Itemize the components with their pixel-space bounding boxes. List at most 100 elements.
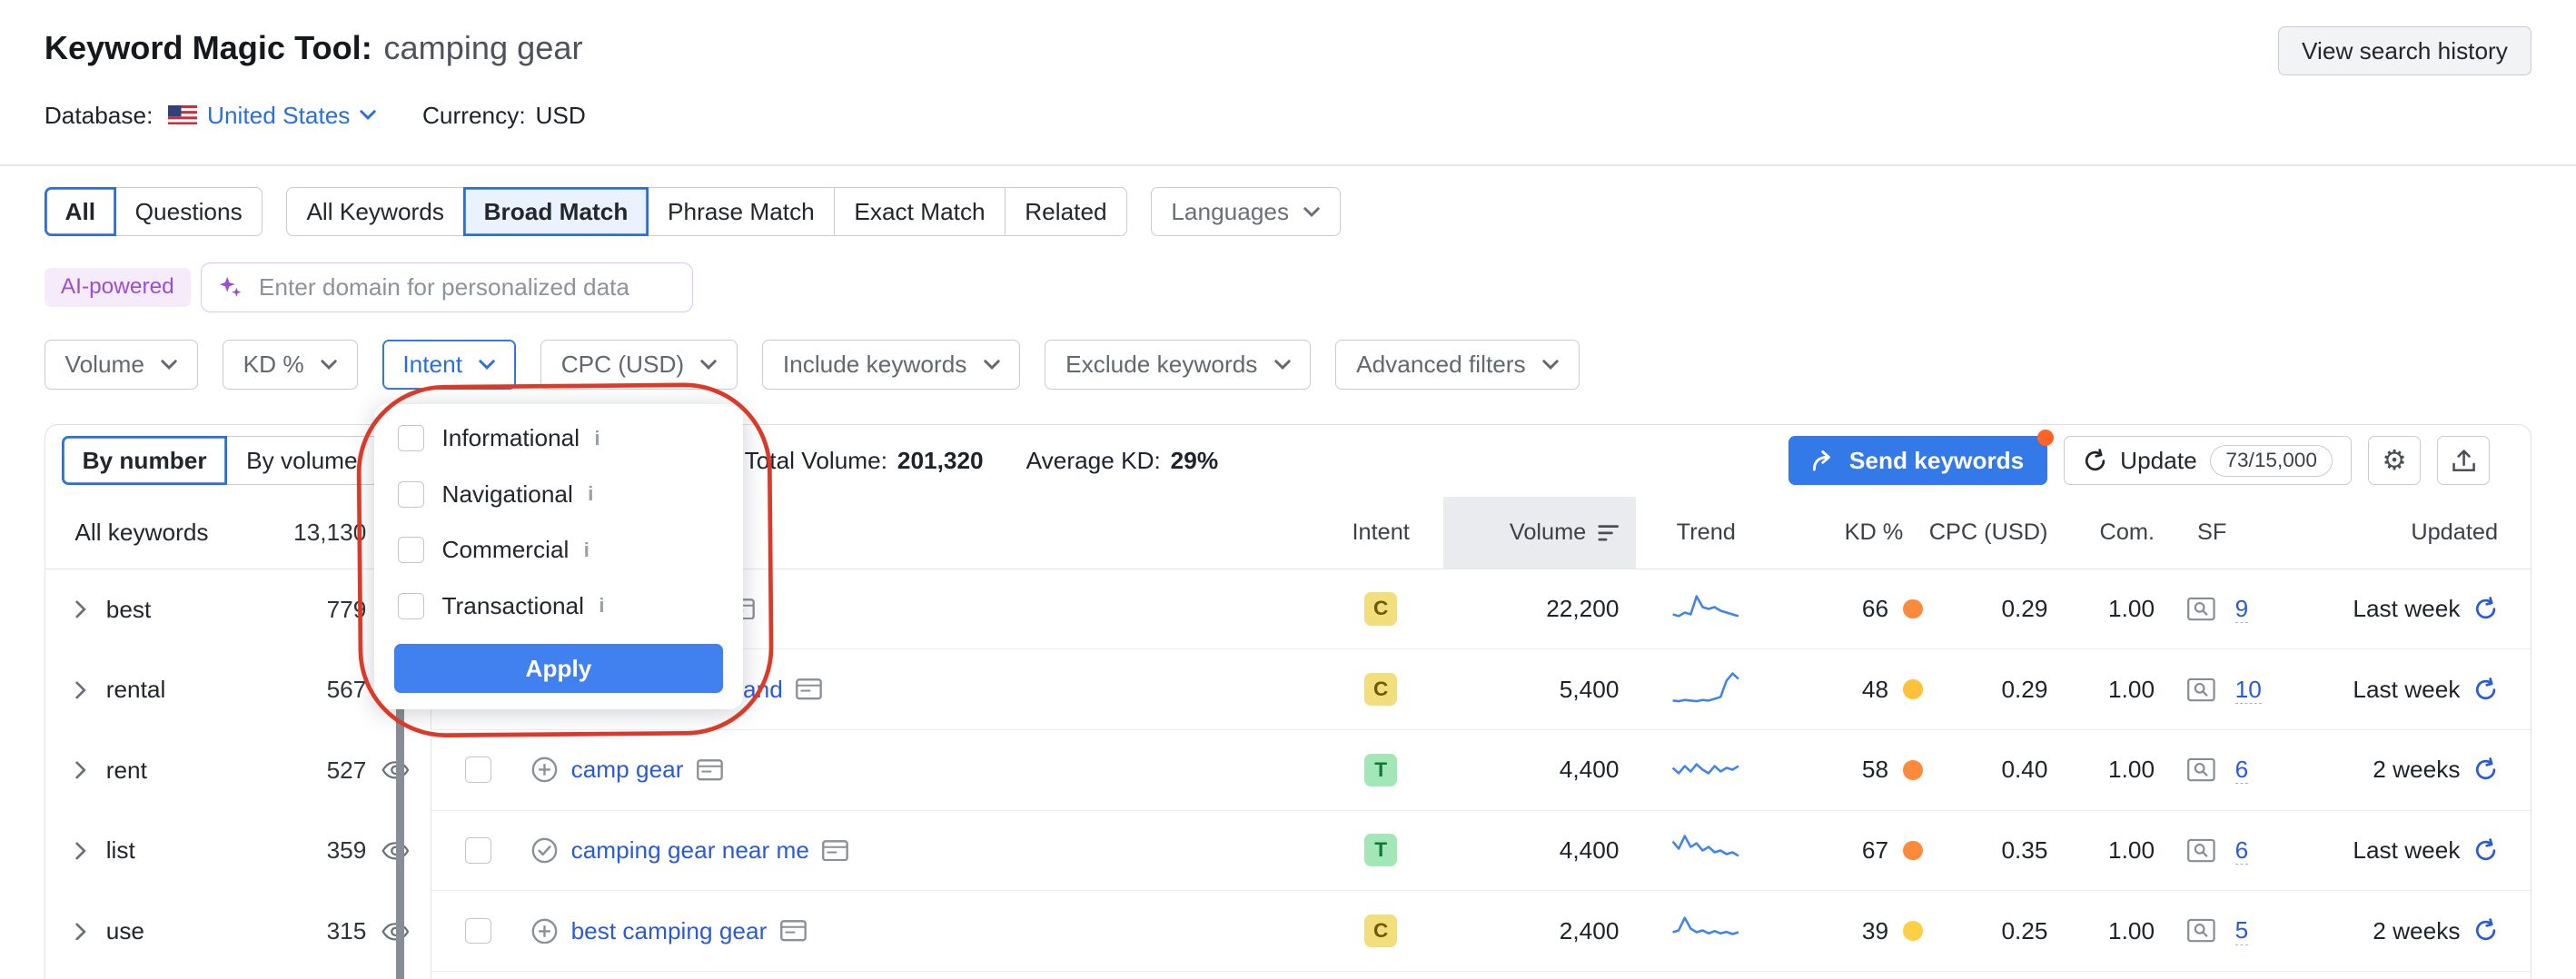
serp-features-icon[interactable] — [822, 840, 848, 862]
intent-option-navigational[interactable]: Navigational i — [374, 467, 742, 522]
row-checkbox[interactable] — [465, 756, 491, 783]
volume-filter[interactable]: Volume — [45, 340, 198, 389]
col-header-updated[interactable]: Updated — [2288, 519, 2531, 546]
group-row-list[interactable]: list 359 — [45, 811, 431, 892]
kd-filter[interactable]: KD % — [223, 340, 358, 389]
serp-features-icon[interactable] — [780, 920, 807, 942]
languages-dropdown[interactable]: Languages — [1151, 187, 1342, 236]
advanced-filters[interactable]: Advanced filters — [1335, 340, 1579, 389]
serp-analysis-icon[interactable] — [2187, 677, 2215, 702]
sf-value[interactable]: 6 — [2235, 836, 2249, 865]
serp-features-icon[interactable] — [796, 678, 822, 700]
col-header-kd[interactable]: KD % — [1772, 497, 1927, 569]
row-checkbox[interactable] — [465, 837, 491, 864]
info-icon: i — [584, 539, 590, 562]
in-list-check-icon[interactable] — [531, 837, 558, 864]
chevron-right-icon[interactable] — [74, 923, 87, 941]
serp-analysis-icon[interactable] — [2187, 838, 2215, 863]
tab-exact-match[interactable]: Exact Match — [834, 187, 1006, 236]
row-refresh-icon[interactable] — [2473, 918, 2498, 943]
gear-icon: ⚙ — [2382, 447, 2407, 475]
intent-option-informational[interactable]: Informational i — [374, 410, 742, 466]
languages-label: Languages — [1171, 198, 1289, 226]
group-row-use[interactable]: use 315 — [45, 891, 431, 972]
keyword-link[interactable]: camping gear near me — [571, 836, 809, 865]
tab-related[interactable]: Related — [1005, 187, 1128, 236]
tab-broad-match[interactable]: Broad Match — [463, 187, 649, 236]
serp-features-icon[interactable] — [697, 759, 723, 781]
exclude-keywords-filter[interactable]: Exclude keywords — [1045, 340, 1311, 389]
refresh-icon — [2083, 449, 2107, 473]
checkbox[interactable] — [398, 481, 424, 508]
volume-value: 2,400 — [1427, 917, 1640, 945]
sf-value[interactable]: 5 — [2235, 916, 2249, 944]
intent-option-transactional[interactable]: Transactional i — [374, 578, 742, 634]
intent-filter[interactable]: Intent — [382, 340, 516, 389]
info-icon: i — [594, 427, 599, 450]
apply-button[interactable]: Apply — [394, 644, 723, 693]
row-refresh-icon[interactable] — [2473, 597, 2498, 621]
kd-dot — [1903, 599, 1923, 619]
intent-badge: T — [1364, 754, 1397, 786]
group-row-rental[interactable]: rental 567 — [45, 649, 431, 730]
trend-sparkline — [1669, 668, 1742, 711]
row-refresh-icon[interactable] — [2473, 757, 2498, 782]
serp-analysis-icon[interactable] — [2187, 597, 2215, 621]
chevron-right-icon[interactable] — [74, 842, 87, 860]
col-header-sf[interactable]: SF — [2163, 497, 2287, 569]
group-row-rent[interactable]: rent 527 — [45, 730, 431, 811]
include-keywords-filter[interactable]: Include keywords — [762, 340, 1020, 389]
all-keywords-row[interactable]: All keywords 13,130 — [45, 497, 431, 569]
intent-badge: C — [1364, 915, 1397, 947]
keyword-link[interactable]: best camping gear — [571, 917, 768, 945]
chevron-down-icon — [700, 359, 717, 371]
serp-analysis-icon[interactable] — [2187, 757, 2215, 782]
col-header-intent[interactable]: Intent — [1335, 519, 1427, 546]
chevron-right-icon[interactable] — [74, 681, 87, 699]
settings-button[interactable]: ⚙ — [2368, 436, 2421, 485]
col-header-volume[interactable]: Volume — [1427, 497, 1640, 569]
domain-input-wrapper — [201, 262, 694, 312]
view-search-history-button[interactable]: View search history — [2278, 26, 2531, 75]
update-button[interactable]: Update 73/15,000 — [2064, 436, 2352, 485]
page-title-query: camping gear — [383, 29, 582, 66]
chevron-right-icon[interactable] — [74, 761, 87, 779]
by-volume-tab[interactable]: By volume — [225, 436, 378, 485]
checkbox[interactable] — [398, 593, 424, 619]
checkbox[interactable] — [398, 537, 424, 563]
row-refresh-icon[interactable] — [2473, 677, 2498, 702]
totals: Total Volume: 201,320 Average KD: 29% — [745, 447, 1219, 475]
tab-all[interactable]: All — [45, 187, 116, 236]
tab-questions[interactable]: Questions — [114, 187, 263, 236]
sf-value[interactable]: 6 — [2235, 756, 2249, 784]
tab-all-keywords[interactable]: All Keywords — [286, 187, 465, 236]
group-row-best[interactable]: best 779 — [45, 569, 431, 650]
add-to-list-icon[interactable] — [531, 918, 558, 944]
keyword-link[interactable]: camp gear — [571, 756, 684, 784]
domain-input[interactable] — [255, 272, 676, 303]
table-row: camping gear near me T 4,400 67 0.35 1.0… — [431, 811, 2531, 892]
intent-option-commercial[interactable]: Commercial i — [374, 522, 742, 578]
cpc-filter[interactable]: CPC (USD) — [540, 340, 738, 389]
tab-phrase-match[interactable]: Phrase Match — [647, 187, 835, 236]
updated-value: Last week — [2353, 676, 2460, 704]
serp-analysis-icon[interactable] — [2187, 918, 2215, 943]
row-checkbox[interactable] — [465, 918, 491, 944]
table-row: camping gear brand C 5,400 48 0.29 1.00 … — [431, 649, 2531, 730]
sf-value[interactable]: 9 — [2235, 595, 2249, 623]
add-to-list-icon[interactable] — [531, 756, 558, 783]
col-header-com[interactable]: Com. — [2057, 519, 2163, 546]
ai-powered-badge: AI-powered — [45, 268, 191, 307]
by-number-tab[interactable]: By number — [62, 436, 227, 485]
chevron-right-icon[interactable] — [74, 600, 87, 618]
col-header-cpc[interactable]: CPC (USD) — [1927, 519, 2058, 546]
sf-value[interactable]: 10 — [2235, 676, 2262, 704]
database-select[interactable]: United States — [207, 99, 376, 132]
send-keywords-button[interactable]: Send keywords — [1788, 436, 2047, 485]
volume-value: 4,400 — [1427, 836, 1640, 865]
total-volume-label: Total Volume: — [745, 447, 887, 475]
checkbox[interactable] — [398, 425, 424, 451]
export-button[interactable] — [2437, 436, 2490, 485]
forward-arrow-icon — [1811, 450, 1836, 472]
row-refresh-icon[interactable] — [2473, 838, 2498, 863]
